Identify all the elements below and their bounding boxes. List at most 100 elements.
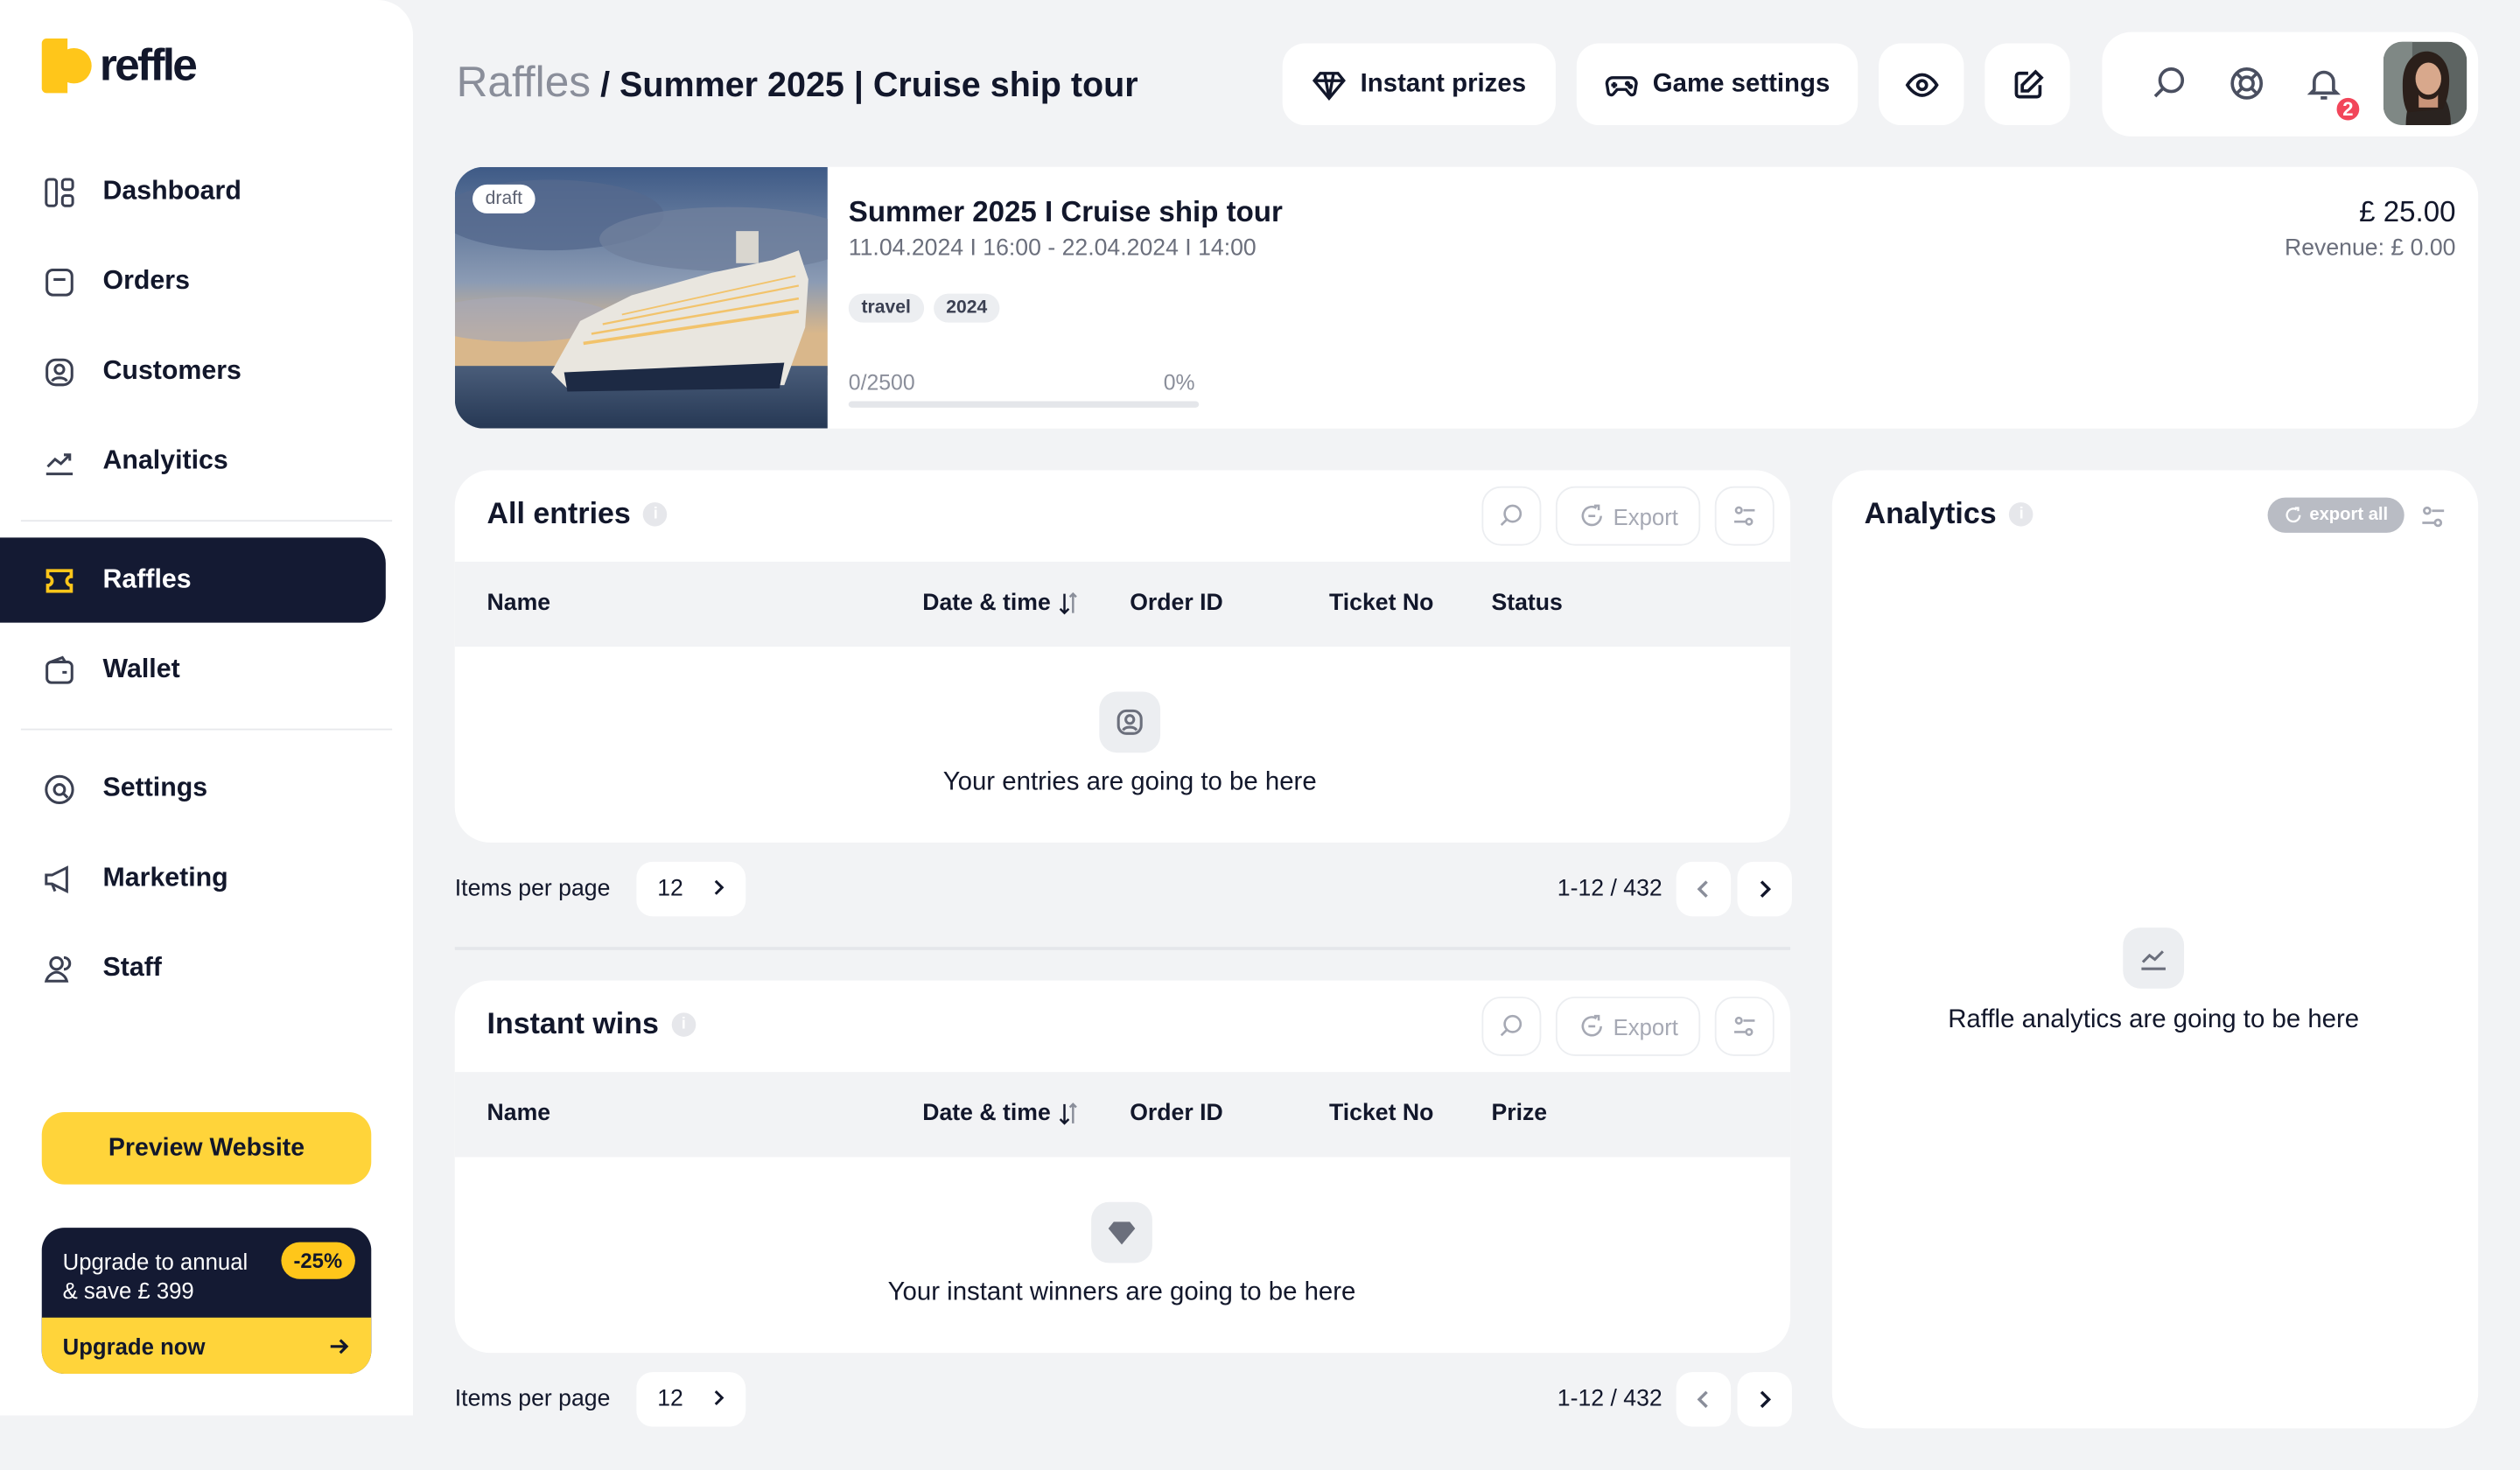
analytics-icon bbox=[2123, 928, 2185, 989]
sidebar-item-label: Staff bbox=[102, 953, 162, 983]
instant-prizes-label: Instant prizes bbox=[1360, 69, 1527, 97]
edit-button[interactable] bbox=[1984, 43, 2070, 126]
customers-icon bbox=[1099, 691, 1161, 753]
ticket-price: £ 25.00 bbox=[2359, 195, 2456, 228]
upgrade-now-button[interactable]: Upgrade now bbox=[41, 1317, 372, 1374]
sidebar-item-label: Wallet bbox=[102, 654, 180, 684]
search-icon[interactable] bbox=[2151, 64, 2189, 102]
instant-wins-filter-button[interactable] bbox=[1714, 996, 1774, 1056]
next-page-button[interactable] bbox=[1737, 861, 1792, 917]
sidebar-item-customers[interactable]: Customers bbox=[0, 329, 386, 414]
column-status[interactable]: Status bbox=[1491, 591, 1562, 616]
filter-icon bbox=[1734, 506, 1755, 526]
logo-mark bbox=[41, 38, 92, 94]
chevron-right-icon bbox=[1760, 1390, 1772, 1409]
sidebar-item-wallet[interactable]: Wallet bbox=[0, 627, 386, 712]
sidebar-item-settings[interactable]: Settings bbox=[0, 746, 386, 831]
export-all-button[interactable]: export all bbox=[2267, 497, 2404, 533]
game-settings-label: Game settings bbox=[1652, 69, 1830, 97]
tickets-sold: 0/2500 bbox=[848, 370, 915, 396]
instant-wins-panel: Instant wins i Export Name Date & time O… bbox=[454, 980, 1791, 1354]
column-ticket-no[interactable]: Ticket No bbox=[1329, 591, 1433, 616]
export-label: Export bbox=[1613, 1013, 1678, 1040]
entries-panel: All entries i Export Name Date & time Or… bbox=[454, 470, 1791, 843]
info-icon[interactable]: i bbox=[671, 1012, 696, 1036]
items-per-page-select[interactable]: 12 bbox=[636, 861, 746, 917]
instant-wins-search-button[interactable] bbox=[1481, 996, 1542, 1056]
sidebar-item-staff[interactable]: Staff bbox=[0, 926, 386, 1011]
raffle-dates: 11.04.2024 I 16:00 - 22.04.2024 I 14:00 bbox=[848, 235, 1256, 262]
logo-text: reffle bbox=[99, 39, 198, 90]
entries-search-button[interactable] bbox=[1481, 486, 1542, 546]
bell-icon[interactable] bbox=[2305, 64, 2343, 102]
items-per-page-select[interactable]: 12 bbox=[636, 1372, 746, 1427]
sidebar-item-label: Dashboard bbox=[102, 176, 242, 206]
pagination-range: 1-12 / 432 bbox=[1557, 876, 1662, 902]
upgrade-card: Upgrade to annual & save £ 399 -25% Upgr… bbox=[41, 1228, 372, 1374]
edit-icon bbox=[2013, 68, 2043, 98]
prev-page-button[interactable] bbox=[1676, 1372, 1732, 1427]
section-divider bbox=[454, 947, 1791, 950]
sidebar-item-analytics[interactable]: Analyitics bbox=[0, 419, 386, 504]
next-page-button[interactable] bbox=[1737, 1372, 1792, 1427]
sidebar-item-raffles[interactable]: Raffles bbox=[0, 537, 386, 623]
sidebar-nav: Dashboard Orders Customers Analyitics Ra… bbox=[0, 144, 413, 1016]
instant-wins-export-button[interactable]: Export bbox=[1555, 996, 1701, 1056]
entries-export-button[interactable]: Export bbox=[1555, 486, 1701, 546]
filter-icon[interactable] bbox=[2418, 502, 2447, 531]
support-icon[interactable] bbox=[2228, 64, 2266, 102]
staff-icon bbox=[44, 955, 72, 982]
raffle-cover-image: draft bbox=[454, 166, 828, 429]
info-icon[interactable]: i bbox=[2009, 501, 2034, 526]
export-all-label: export all bbox=[2309, 505, 2389, 525]
instant-wins-header: Instant wins i Export bbox=[455, 981, 1790, 1073]
chevron-left-icon bbox=[1697, 880, 1708, 898]
instant-wins-title: Instant wins i bbox=[487, 1006, 696, 1041]
tag: travel bbox=[848, 293, 924, 323]
avatar[interactable] bbox=[2383, 41, 2468, 126]
preview-button[interactable] bbox=[1879, 43, 1964, 126]
gamepad-icon bbox=[1606, 75, 1639, 96]
game-settings-button[interactable]: Game settings bbox=[1576, 43, 1858, 126]
items-per-page-value: 12 bbox=[657, 1386, 683, 1413]
sidebar-item-orders[interactable]: Orders bbox=[0, 239, 386, 324]
instant-wins-title-text: Instant wins bbox=[486, 1005, 659, 1040]
export-icon bbox=[1581, 504, 1602, 527]
column-ticket-no[interactable]: Ticket No bbox=[1329, 1101, 1433, 1126]
logo[interactable]: reffle bbox=[41, 38, 198, 94]
search-icon bbox=[1500, 504, 1522, 526]
divider bbox=[20, 520, 393, 522]
column-date-time[interactable]: Date & time bbox=[922, 591, 1081, 616]
sidebar-item-dashboard[interactable]: Dashboard bbox=[0, 150, 386, 234]
chevron-right-icon bbox=[714, 1390, 724, 1406]
preview-website-button[interactable]: Preview Website bbox=[41, 1112, 372, 1185]
export-label: Export bbox=[1613, 502, 1678, 529]
sort-icon bbox=[1059, 592, 1077, 615]
instant-prizes-button[interactable]: Instant prizes bbox=[1282, 43, 1556, 126]
breadcrumb-root[interactable]: Raffles bbox=[457, 58, 591, 108]
raffle-summary-card[interactable]: draft Summer 2025 I Cruise ship tour 11.… bbox=[454, 166, 2479, 429]
sidebar-item-label: Analyitics bbox=[102, 445, 228, 475]
entries-filter-button[interactable] bbox=[1714, 486, 1774, 546]
info-icon[interactable]: i bbox=[643, 501, 668, 526]
revenue: Revenue: £ 0.00 bbox=[2285, 235, 2456, 262]
ticket-icon bbox=[46, 568, 74, 592]
analytics-empty-text: Raffle analytics are going to be here bbox=[1948, 1005, 2360, 1034]
column-date-time-label: Date & time bbox=[922, 590, 1051, 617]
column-order-id[interactable]: Order ID bbox=[1130, 1101, 1223, 1126]
column-date-time[interactable]: Date & time bbox=[922, 1101, 1081, 1127]
raffle-title: Summer 2025 I Cruise ship tour bbox=[848, 195, 1283, 228]
analytics-title-text: Analytics bbox=[1864, 495, 1997, 530]
column-name[interactable]: Name bbox=[487, 1101, 551, 1126]
search-icon bbox=[1500, 1014, 1522, 1037]
instant-wins-empty-text: Your instant winners are going to be her… bbox=[887, 1278, 1356, 1306]
sidebar-item-marketing[interactable]: Marketing bbox=[0, 836, 386, 921]
chevron-left-icon bbox=[1697, 1390, 1708, 1409]
column-prize[interactable]: Prize bbox=[1491, 1101, 1547, 1126]
prev-page-button[interactable] bbox=[1676, 861, 1732, 917]
items-per-page-label: Items per page bbox=[454, 1386, 611, 1413]
tickets-percent: 0% bbox=[1163, 370, 1195, 396]
column-name[interactable]: Name bbox=[487, 591, 551, 616]
column-order-id[interactable]: Order ID bbox=[1130, 591, 1223, 616]
entries-title: All entries i bbox=[487, 496, 668, 531]
